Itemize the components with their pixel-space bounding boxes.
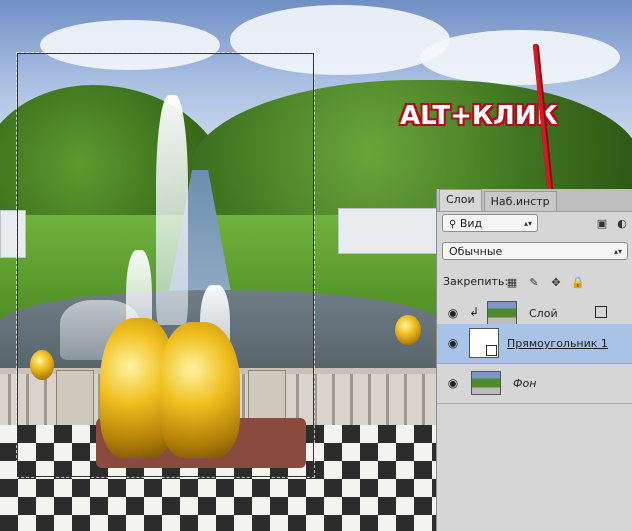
select-arrows-icon: ▴▾ [613, 247, 622, 256]
layer-name: Прямоугольник 1 [507, 337, 608, 350]
tab-tool-presets[interactable]: Наб.инстр [483, 191, 557, 211]
vector-shape-icon [486, 345, 497, 356]
alt-click-callout: ALT+КЛИК [400, 101, 558, 131]
layer-filter-select[interactable]: ⚲ Вид ▴▾ [442, 214, 538, 232]
lock-label: Закрепить: [443, 275, 509, 288]
lock-transparent-pixels-icon[interactable]: ▦ [505, 275, 519, 289]
tab-layers[interactable]: Слои [439, 189, 482, 211]
photo-pavilion-right [338, 208, 440, 254]
blend-mode-select[interactable]: Обычные ▴▾ [442, 242, 628, 260]
layer-row-background[interactable]: ◉ Фон [437, 364, 632, 404]
rectangle-shape-outline [16, 52, 315, 478]
layer-name: Фон [513, 377, 537, 390]
clipping-mask-arrow-icon: ↲ [469, 305, 480, 319]
lock-position-icon[interactable]: ✥ [549, 275, 563, 289]
layer-thumbnail [471, 371, 501, 395]
select-arrows-icon: ▴▾ [523, 219, 532, 228]
layers-panel: Слои Наб.инстр ⚲ Вид ▴▾ ▣ ◐ Обычные ▴▾ З… [436, 189, 632, 531]
filter-select-label: Вид [459, 217, 483, 230]
visibility-eye-icon[interactable]: ◉ [445, 306, 461, 320]
lock-all-icon[interactable]: 🔒 [571, 275, 585, 289]
blend-mode-value: Обычные [449, 245, 503, 258]
adjustment-filter-icon[interactable]: ◐ [615, 216, 629, 230]
visibility-eye-icon[interactable]: ◉ [445, 376, 461, 390]
lock-image-pixels-icon[interactable]: ✎ [527, 275, 541, 289]
search-icon: ⚲ [449, 219, 457, 230]
photo-cloud [420, 30, 620, 85]
layer-name: Слой [529, 307, 558, 320]
panel-tabs: Слои Наб.инстр [437, 189, 632, 212]
layer-thumbnail [487, 301, 517, 325]
layer-row-rectangle[interactable]: ◉ Прямоугольник 1 [437, 324, 632, 364]
photo-gold-ornament [395, 315, 421, 345]
image-filter-icon[interactable]: ▣ [595, 216, 609, 230]
visibility-eye-icon[interactable]: ◉ [445, 336, 461, 350]
lock-row: Закрепить: ▦ ✎ ✥ 🔒 [437, 273, 632, 291]
shape-layer-thumbnail [469, 328, 499, 358]
clip-cursor-icon [595, 306, 607, 318]
